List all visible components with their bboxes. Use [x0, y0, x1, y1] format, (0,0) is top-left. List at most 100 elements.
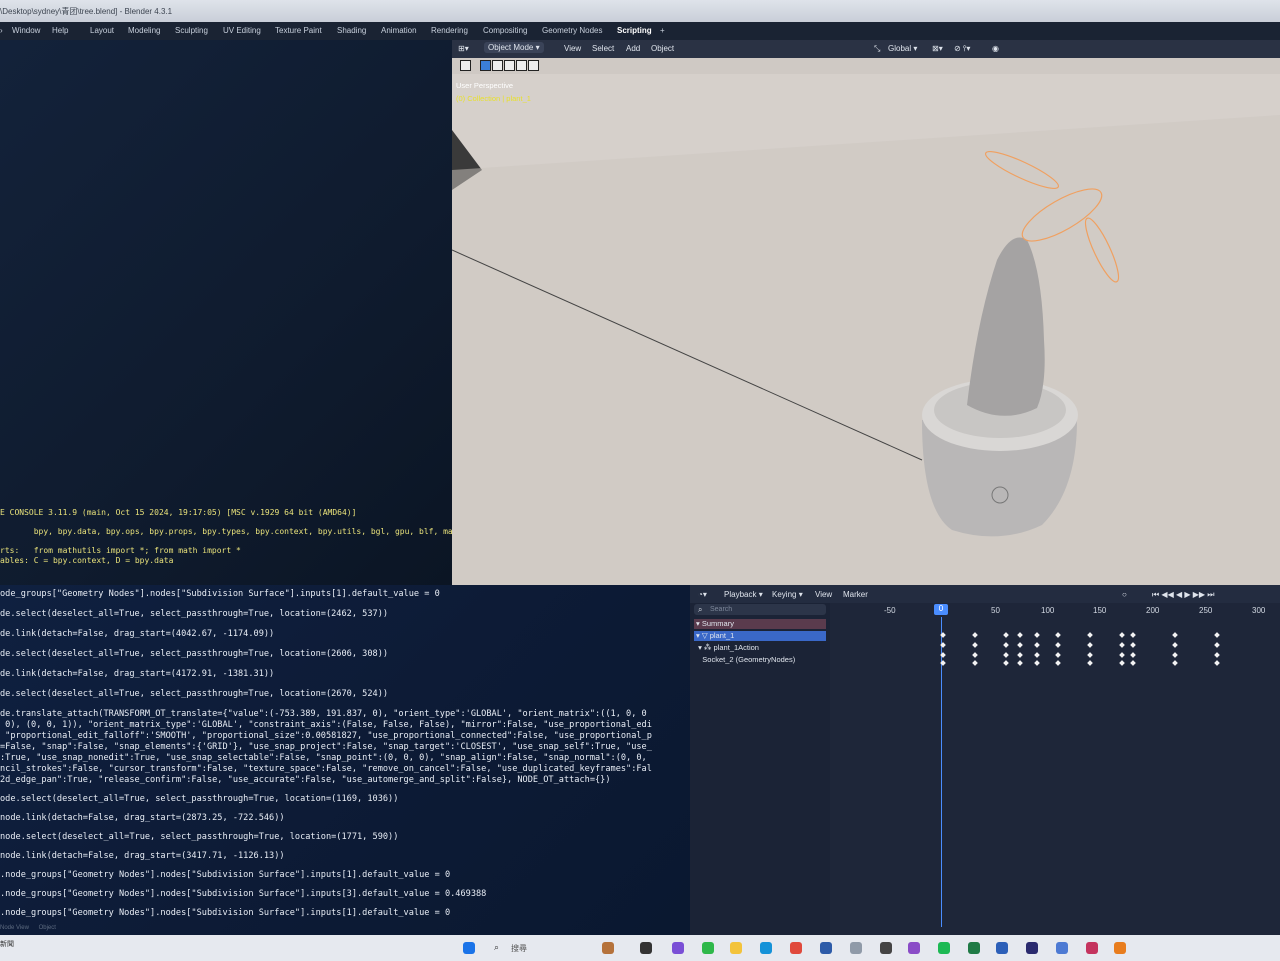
dope-sheet-timeline[interactable]: ◔▾ Playback ▾ Keying ▾ View Marker ○ ⏮ ◀…	[690, 585, 1280, 935]
keyframe-marker[interactable]	[1003, 652, 1009, 658]
keyframe-marker[interactable]	[1130, 642, 1136, 648]
widgets-icon[interactable]	[602, 942, 614, 954]
file-explorer-icon[interactable]	[730, 942, 742, 954]
onenote-icon[interactable]	[1086, 942, 1098, 954]
tab-modeling[interactable]: Modeling	[128, 26, 160, 35]
taskbar-corner-text: 新聞	[0, 941, 14, 948]
keyframe-marker[interactable]	[1017, 642, 1023, 648]
keyframe-marker[interactable]	[1017, 632, 1023, 638]
frame-tick: 150	[1093, 606, 1107, 615]
edge-browser-icon[interactable]	[760, 942, 772, 954]
keyframe-marker[interactable]	[1119, 632, 1125, 638]
menu-help[interactable]: Help	[52, 26, 68, 35]
channel-search-input[interactable]: Search	[694, 604, 826, 615]
tab-sculpting[interactable]: Sculpting	[175, 26, 208, 35]
spotify-icon[interactable]	[938, 942, 950, 954]
channel-action[interactable]: ▾ ⁂ plant_1Action	[694, 643, 826, 653]
keyframe-marker[interactable]	[1172, 642, 1178, 648]
visual-studio-icon[interactable]	[908, 942, 920, 954]
tab-uv-editing[interactable]: UV Editing	[223, 26, 261, 35]
keyframe-marker[interactable]	[972, 632, 978, 638]
keyframe-marker[interactable]	[1130, 652, 1136, 658]
blender-app-icon[interactable]	[1114, 942, 1126, 954]
3d-viewport[interactable]: ⊞▾ Object Mode ▾ View Select Add Object …	[452, 40, 1280, 585]
keyframe-marker[interactable]	[1214, 652, 1220, 658]
menu-window[interactable]: Window	[12, 26, 40, 35]
keyframe-marker[interactable]	[1034, 652, 1040, 658]
log-line: de.select(deselect_all=True, select_pass…	[0, 689, 389, 699]
keyframe-marker[interactable]	[1119, 652, 1125, 658]
taskbar-search-label[interactable]: 搜尋	[511, 943, 527, 954]
windows-start-icon[interactable]	[463, 942, 475, 954]
tab-shading[interactable]: Shading	[337, 26, 366, 35]
github-icon[interactable]	[880, 942, 892, 954]
keyframe-marker[interactable]	[1087, 632, 1093, 638]
keyframe-marker[interactable]	[1034, 642, 1040, 648]
keyframe-marker[interactable]	[1003, 632, 1009, 638]
current-frame-indicator[interactable]: 0	[934, 604, 948, 615]
keyframe-marker[interactable]	[972, 642, 978, 648]
keyframe-marker[interactable]	[1214, 660, 1220, 666]
keyframe-marker[interactable]	[1055, 652, 1061, 658]
channel-summary[interactable]: ▾ Summary	[694, 619, 826, 629]
keyframe-marker[interactable]	[1119, 660, 1125, 666]
keyframe-marker[interactable]	[1172, 660, 1178, 666]
task-view-icon[interactable]	[640, 942, 652, 954]
keyframe-marker[interactable]	[1087, 652, 1093, 658]
keyframe-marker[interactable]	[1214, 642, 1220, 648]
keyframe-marker[interactable]	[1055, 660, 1061, 666]
tab-compositing[interactable]: Compositing	[483, 26, 527, 35]
tab-layout[interactable]: Layout	[90, 26, 114, 35]
timeline-menu-marker[interactable]: Marker	[843, 590, 868, 599]
keyframe-marker[interactable]	[1130, 660, 1136, 666]
chrome-browser-icon[interactable]	[790, 942, 802, 954]
keyframe-marker[interactable]	[972, 660, 978, 666]
copilot-icon[interactable]	[672, 942, 684, 954]
tab-scripting[interactable]: Scripting	[617, 26, 652, 35]
photos-icon[interactable]	[850, 942, 862, 954]
python-console[interactable]: E CONSOLE 3.11.9 (main, Oct 15 2024, 19:…	[0, 40, 472, 585]
keyframe-marker[interactable]	[1017, 660, 1023, 666]
keyframe-marker[interactable]	[1003, 642, 1009, 648]
keyframe-marker[interactable]	[1119, 642, 1125, 648]
store-icon[interactable]	[820, 942, 832, 954]
keyframe-marker[interactable]	[1034, 660, 1040, 666]
keyframe-marker[interactable]	[1087, 642, 1093, 648]
auto-keying-icon[interactable]: ○	[1122, 590, 1127, 599]
timeline-frames[interactable]: -50 0 50 100 150 200 250 300	[830, 603, 1280, 935]
channel-object[interactable]: ▾ ▽ plant_1	[694, 631, 826, 641]
channel-object-label: plant_1	[709, 631, 735, 640]
playback-controls-icon[interactable]: ⏮ ◀◀ ◀ ▶ ▶▶ ⏭	[1152, 590, 1214, 600]
keyframe-marker[interactable]	[1130, 632, 1136, 638]
tab-rendering[interactable]: Rendering	[431, 26, 468, 35]
keyframe-marker[interactable]	[1017, 652, 1023, 658]
keyframe-marker[interactable]	[1034, 632, 1040, 638]
timeline-menu-keying[interactable]: Keying ▾	[772, 590, 803, 599]
log-line: ncil_strokes":False, "cursor_transform":…	[0, 764, 652, 774]
keyframe-marker[interactable]	[1172, 652, 1178, 658]
info-log[interactable]: ode_groups["Geometry Nodes"].nodes["Subd…	[0, 585, 690, 935]
taskbar-search-icon[interactable]: ⌕	[494, 942, 499, 953]
premiere-icon[interactable]	[1026, 942, 1038, 954]
keyframe-marker[interactable]	[1214, 632, 1220, 638]
channel-socket[interactable]: Socket_2 (GeometryNodes)	[694, 655, 826, 665]
window-title-bar: \Desktop\sydney\青团\tree.blend] - Blender…	[0, 0, 1280, 22]
tab-texture-paint[interactable]: Texture Paint	[275, 26, 322, 35]
timeline-menu-playback[interactable]: Playback ▾	[724, 590, 763, 599]
line-app-icon[interactable]	[702, 942, 714, 954]
keyframe-marker[interactable]	[1003, 660, 1009, 666]
keyframe-marker[interactable]	[972, 652, 978, 658]
keyframe-marker[interactable]	[1055, 632, 1061, 638]
excel-icon[interactable]	[968, 942, 980, 954]
timeline-menu-view[interactable]: View	[815, 590, 832, 599]
tab-geometry-nodes[interactable]: Geometry Nodes	[542, 26, 602, 35]
keyframe-marker[interactable]	[1055, 642, 1061, 648]
add-workspace-button[interactable]: +	[660, 26, 665, 35]
app-window-icon[interactable]	[1056, 942, 1068, 954]
word-icon[interactable]	[996, 942, 1008, 954]
viewport-collection-label: (0) Collection | plant_1	[456, 94, 531, 103]
keyframe-marker[interactable]	[1087, 660, 1093, 666]
tab-animation[interactable]: Animation	[381, 26, 417, 35]
timeline-editor-icon[interactable]: ◔▾	[698, 590, 707, 599]
keyframe-marker[interactable]	[1172, 632, 1178, 638]
